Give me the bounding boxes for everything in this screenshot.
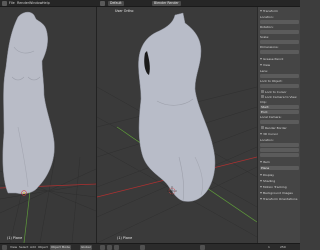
cursor-location-label: Location: <box>260 138 274 142</box>
editor-type-icon[interactable] <box>2 245 7 250</box>
scale-field[interactable] <box>260 40 299 44</box>
lock-camera-checkbox[interactable] <box>261 95 264 98</box>
render-engine-selector[interactable]: Blender Render <box>152 1 181 6</box>
location-field[interactable] <box>260 20 299 24</box>
panel-header-3d-cursor[interactable]: 3D Cursor <box>260 132 299 136</box>
lock-cursor-checkbox[interactable] <box>261 90 264 93</box>
lens-label: Lens: <box>260 69 268 73</box>
scene-selector[interactable]: Default <box>108 1 124 6</box>
left-torso-mesh <box>2 11 55 194</box>
left-viewport-object-name: (1) Plane <box>7 236 23 240</box>
lens-field[interactable] <box>260 74 299 78</box>
layers-icon[interactable] <box>140 245 145 250</box>
main-torso-mesh <box>138 12 216 202</box>
menu-file[interactable]: File <box>9 1 15 5</box>
left-viewport-canvas <box>0 11 96 243</box>
menu-window[interactable]: Window <box>29 1 42 5</box>
dimensions-field[interactable] <box>260 50 299 54</box>
dimensions-label: Dimensions: <box>260 45 279 49</box>
clip-start-field[interactable]: Start: <box>260 105 299 109</box>
lock-object-field[interactable] <box>260 84 299 88</box>
render-border-label: Render Border <box>265 125 287 130</box>
scale-label: Scale: <box>260 35 270 39</box>
cursor-x-field[interactable] <box>260 143 299 147</box>
main-3d-viewport[interactable]: User Ortho (1) Plane <box>97 7 257 243</box>
local-camera-field[interactable] <box>260 120 299 124</box>
rotation-field[interactable] <box>260 30 299 34</box>
menu-select[interactable]: Select <box>19 245 28 250</box>
panel-header-item[interactable]: Item <box>260 160 299 164</box>
snap-icon[interactable] <box>200 245 205 250</box>
frame-start: 1 <box>268 245 270 249</box>
cursor-z-field[interactable] <box>260 153 299 157</box>
menu-add[interactable]: Add <box>30 245 36 250</box>
viewport-view-label: User Ortho <box>115 9 134 13</box>
viewport-header-bottom: View Select Add Object Object Mode Globa… <box>0 243 300 250</box>
screen-layout-icon[interactable] <box>100 1 105 6</box>
panel-header-transform[interactable]: Transform <box>260 9 299 13</box>
render-border-checkbox[interactable] <box>261 126 264 129</box>
panel-header-shading[interactable]: Shading <box>260 179 299 183</box>
panel-header-grease-pencil[interactable]: Grease Pencil <box>260 57 299 61</box>
menu-help[interactable]: Help <box>42 1 50 5</box>
manipulator-icon[interactable] <box>114 245 119 250</box>
panel-header-motion-tracking[interactable]: Motion Tracking <box>260 185 299 189</box>
location-label: Location: <box>260 15 274 19</box>
main-viewport-object-name: (1) Plane <box>117 236 133 240</box>
pivot-point-icon[interactable] <box>107 245 112 250</box>
frame-end: 250 <box>280 245 286 249</box>
panel-header-transform-orientations[interactable]: Transform Orientations <box>260 197 299 201</box>
shading-solid-icon[interactable] <box>100 245 105 250</box>
info-editor-icon[interactable] <box>2 1 7 6</box>
panel-header-background-images[interactable]: Background Images <box>260 191 299 195</box>
rotation-label: Rotation: <box>260 25 274 29</box>
menu-view[interactable]: View <box>10 245 17 250</box>
top-header: File Render Window Help Default Blender … <box>0 0 300 7</box>
lock-object-label: Lock to Object: <box>260 79 283 83</box>
main-viewport-canvas <box>97 12 257 243</box>
item-name-field[interactable]: Plane <box>260 166 299 170</box>
lock-cursor-label: Lock to Cursor <box>265 89 287 94</box>
cursor-y-field[interactable] <box>260 148 299 152</box>
local-camera-label: Local Camera: <box>260 115 282 119</box>
menu-object[interactable]: Object <box>38 245 48 250</box>
transform-orientation-selector[interactable]: Global <box>80 245 92 250</box>
properties-sidebar: Transform Location: Rotation: Scale: Dim… <box>257 7 300 243</box>
clip-end-field[interactable]: End: <box>260 110 299 114</box>
mode-selector[interactable]: Object Mode <box>50 245 71 250</box>
menu-render[interactable]: Render <box>17 1 29 5</box>
panel-header-view[interactable]: View <box>260 63 299 67</box>
left-3d-viewport[interactable]: (1) Plane <box>0 7 96 243</box>
lock-camera-label: Lock Camera to View <box>265 94 297 99</box>
panel-header-display[interactable]: Display <box>260 173 299 177</box>
clip-label: Clip: <box>260 100 267 104</box>
